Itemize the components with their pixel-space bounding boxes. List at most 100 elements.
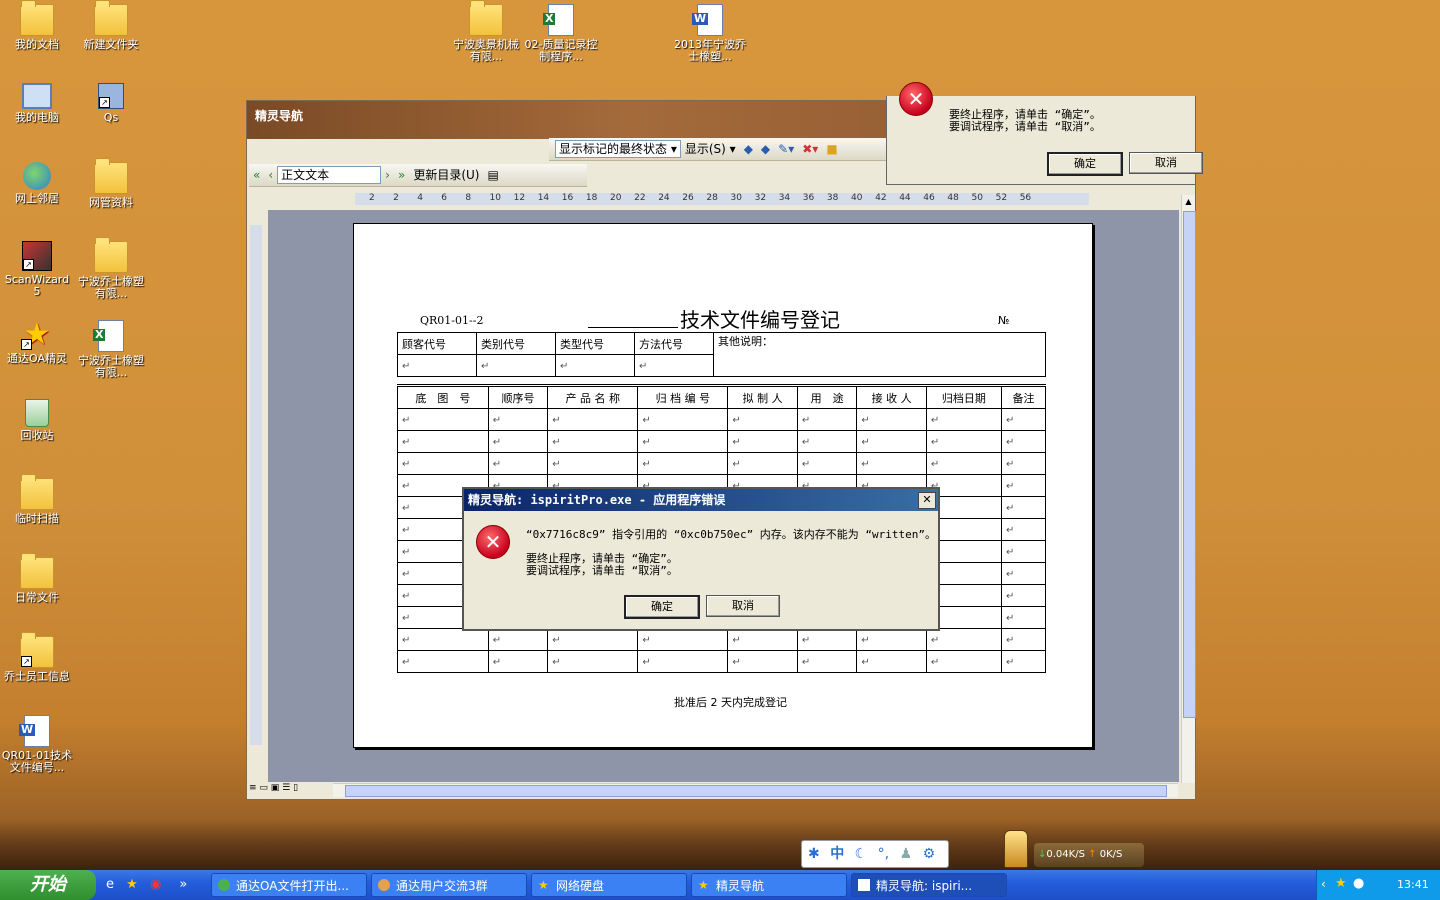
table-cell[interactable]: ↵ — [856, 628, 927, 651]
demote-to-body-icon[interactable]: » — [394, 166, 409, 184]
reading-view-icon[interactable]: ▯ — [293, 783, 298, 793]
table-cell[interactable]: ↵ — [1000, 650, 1047, 673]
table-cell[interactable]: ↵ — [637, 650, 729, 673]
desktop-icon-admin-docs[interactable]: 网管资料 — [74, 158, 148, 209]
desktop-icon-quality-excel[interactable]: 02-质量记录控制程序... — [524, 4, 598, 63]
vertical-ruler[interactable] — [250, 225, 262, 745]
punct-icon[interactable]: °, — [878, 846, 889, 862]
promote-icon[interactable]: ‹ — [264, 166, 277, 184]
normal-view-icon[interactable]: ≡ — [249, 783, 259, 793]
desktop-icon-temp-scan[interactable]: 临时扫描 — [0, 474, 74, 525]
prev-change-icon[interactable]: ◆ — [740, 140, 757, 158]
table-cell[interactable]: ↵ — [856, 650, 927, 673]
paw-icon[interactable]: ✱ — [808, 846, 820, 862]
scroll-thumb[interactable] — [1183, 211, 1196, 718]
outline-view-icon[interactable]: ☰ — [282, 783, 293, 793]
table-cell[interactable]: ↵ — [637, 628, 729, 651]
table-cell[interactable]: ↵ — [1000, 408, 1047, 431]
update-toc-button[interactable]: 更新目录(U) — [409, 166, 483, 184]
table-cell[interactable]: ↵ — [1000, 474, 1047, 497]
star-icon[interactable]: ★ — [126, 877, 138, 892]
print-view-icon[interactable]: ▣ — [271, 783, 282, 793]
table-cell[interactable]: ↵ — [637, 408, 729, 431]
table-cell[interactable]: ↵ — [727, 452, 798, 475]
table-cell[interactable]: ↵ — [487, 408, 549, 431]
table-cell[interactable]: ↵ — [1000, 430, 1047, 453]
desktop-icon-daily-files[interactable]: 日常文件 — [0, 553, 74, 604]
tray-expand-icon[interactable]: ‹ — [1321, 877, 1326, 891]
table-cell[interactable]: ↵ — [796, 650, 858, 673]
task-spirit-error[interactable]: 精灵导航: ispiri... — [851, 873, 1007, 897]
expand-icon[interactable]: » — [179, 877, 187, 892]
ok-button[interactable]: 确定 — [1047, 152, 1123, 176]
close-icon[interactable]: ✕ — [918, 492, 936, 509]
desktop-icon-recycle-bin[interactable]: 回收站 — [0, 399, 74, 442]
desktop-icon-excel-ningbo[interactable]: 宁波乔士橡塑有限... — [74, 320, 148, 379]
table-cell[interactable]: ↵ — [796, 452, 858, 475]
folder-icon[interactable]: ■ — [822, 140, 841, 158]
header-value[interactable]: ↵ — [476, 354, 556, 377]
desktop-icon-oa[interactable]: ★ ↗ 通达OA精灵 — [0, 320, 74, 365]
task-oa-file[interactable]: 通达OA文件打开出... — [211, 873, 367, 897]
style-select[interactable]: 正文文本 — [277, 166, 382, 184]
table-cell[interactable]: ↵ — [547, 628, 639, 651]
start-button[interactable]: 开始 — [0, 870, 96, 900]
track-state-select[interactable]: 显示标记的最终状态 ▾ — [555, 140, 681, 158]
table-cell[interactable]: ↵ — [637, 430, 729, 453]
promote-to-heading-icon[interactable]: « — [249, 166, 264, 184]
show-menu-button[interactable]: 显示(S) ▾ — [681, 140, 740, 158]
user-icon[interactable]: ♟ — [900, 846, 913, 862]
ime-mode[interactable]: 中 — [830, 846, 844, 862]
desktop-icon-qs[interactable]: ↗ Qs — [74, 83, 148, 124]
table-cell[interactable]: ↵ — [856, 408, 927, 431]
tray-app-icon[interactable]: ★ — [1335, 876, 1347, 891]
table-cell[interactable]: ↵ — [487, 628, 549, 651]
table-cell[interactable]: ↵ — [796, 408, 858, 431]
table-cell[interactable]: ↵ — [925, 650, 1002, 673]
desktop-icon-my-computer[interactable]: 我的电脑 — [0, 83, 74, 124]
table-cell[interactable]: ↵ — [925, 452, 1002, 475]
table-cell[interactable]: ↵ — [727, 650, 798, 673]
table-cell[interactable]: ↵ — [487, 650, 549, 673]
table-cell[interactable]: ↵ — [397, 628, 489, 651]
table-cell[interactable]: ↵ — [397, 650, 489, 673]
tray-qq-icon[interactable]: ● — [1353, 876, 1364, 891]
table-cell[interactable]: ↵ — [547, 452, 639, 475]
table-cell[interactable]: ↵ — [727, 628, 798, 651]
demote-icon[interactable]: › — [381, 166, 394, 184]
table-cell[interactable]: ↵ — [487, 430, 549, 453]
reject-change-icon[interactable]: ✖▾ — [798, 140, 822, 158]
scroll-thumb[interactable] — [345, 785, 1167, 797]
moon-icon[interactable]: ☾ — [855, 846, 868, 862]
task-spirit-nav[interactable]: ★ 精灵导航 — [691, 873, 847, 897]
horizontal-ruler[interactable]: 2 2 4 6 8 10 12 14 16 18 20 22 24 26 28 30 32 34 36 38 40 42 4… — [355, 193, 1089, 205]
table-cell[interactable]: ↵ — [727, 430, 798, 453]
desktop-icon-scanwizard[interactable]: ↗ ScanWizard 5 — [0, 241, 74, 298]
table-cell[interactable]: ↵ — [547, 408, 639, 431]
table-cell[interactable]: ↵ — [1000, 628, 1047, 651]
document-page[interactable]: QR01-01--2 技术文件编号登记 № 顾客代号 类别代号 类型代号 方法代… — [353, 223, 1093, 748]
next-change-icon[interactable]: ◆ — [757, 140, 774, 158]
table-cell[interactable]: ↵ — [547, 650, 639, 673]
task-net-disk[interactable]: ★ 网络硬盘 — [531, 873, 687, 897]
desktop-icon-my-documents[interactable]: 我的文档 — [0, 0, 74, 51]
horizontal-scrollbar[interactable] — [333, 783, 1178, 797]
header-value[interactable]: ↵ — [555, 354, 635, 377]
table-cell[interactable]: ↵ — [1000, 518, 1047, 541]
table-cell[interactable]: ↵ — [1000, 452, 1047, 475]
accept-change-icon[interactable]: ✎▾ — [774, 140, 798, 158]
gear-icon[interactable]: ⚙ — [923, 846, 936, 862]
table-cell[interactable]: ↵ — [727, 408, 798, 431]
weibo-icon[interactable]: ◉ — [150, 877, 161, 892]
table-cell[interactable]: ↵ — [925, 430, 1002, 453]
toolbar-options-icon[interactable]: ▤ — [483, 166, 502, 184]
table-cell[interactable]: ↵ — [925, 408, 1002, 431]
table-cell[interactable]: ↵ — [856, 452, 927, 475]
header-value[interactable]: ↵ — [397, 354, 477, 377]
table-cell[interactable]: ↵ — [1000, 584, 1047, 607]
table-cell[interactable]: ↵ — [856, 430, 927, 453]
table-cell[interactable]: ↵ — [637, 452, 729, 475]
desktop-icon-network[interactable]: 网上邻居 — [0, 162, 74, 205]
desktop-icon-staff-info[interactable]: ↗ 乔士员工信息 — [0, 632, 74, 683]
table-cell[interactable]: ↵ — [1000, 606, 1047, 629]
